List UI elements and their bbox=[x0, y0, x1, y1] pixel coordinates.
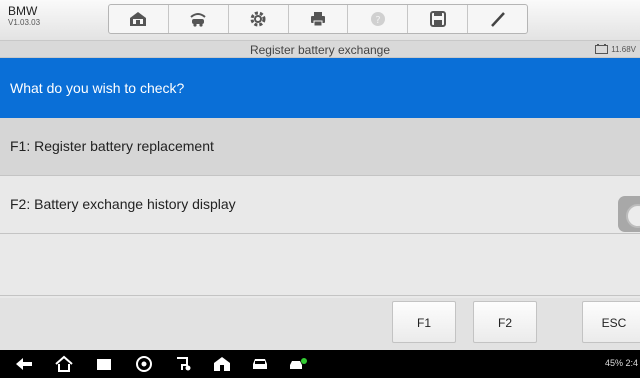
esc-button[interactable]: ESC bbox=[582, 301, 640, 343]
help-icon: ? bbox=[370, 12, 385, 26]
toolbar-buttons: ? bbox=[108, 4, 528, 34]
vehicle-swap-icon bbox=[190, 13, 206, 27]
floating-assistive-button[interactable] bbox=[618, 196, 640, 232]
option-label: F1: Register battery replacement bbox=[10, 138, 214, 154]
question-header: What do you wish to check? bbox=[0, 58, 640, 118]
page-title: Register battery exchange bbox=[249, 43, 391, 57]
question-text: What do you wish to check? bbox=[10, 80, 185, 96]
title-bar: Register battery exchange 11.68V bbox=[0, 40, 640, 58]
voltage-value: 11.68V bbox=[611, 44, 636, 54]
nav-home-button[interactable] bbox=[54, 355, 74, 373]
home-icon bbox=[55, 355, 73, 372]
chrome-button[interactable] bbox=[134, 355, 154, 373]
option-battery-exchange-history[interactable]: F2: Battery exchange history display bbox=[0, 176, 640, 234]
diagnostics-button[interactable] bbox=[288, 355, 308, 373]
battery-time-status: 45% 2:4 bbox=[604, 358, 638, 368]
option-register-battery-replacement[interactable]: F1: Register battery replacement bbox=[0, 118, 640, 176]
print-button[interactable] bbox=[289, 5, 349, 33]
autel-home-button[interactable] bbox=[212, 355, 232, 373]
print-icon bbox=[311, 12, 325, 27]
f2-button[interactable]: F2 bbox=[473, 301, 537, 343]
battery-icon bbox=[595, 44, 609, 54]
f1-button[interactable]: F1 bbox=[392, 301, 456, 343]
home-icon bbox=[130, 12, 147, 26]
help-button[interactable]: ? bbox=[348, 5, 409, 33]
back-icon bbox=[16, 358, 32, 370]
pen-icon bbox=[490, 12, 505, 27]
recent-apps-button[interactable] bbox=[94, 355, 114, 373]
pen-button[interactable] bbox=[468, 5, 527, 33]
car-icon bbox=[253, 359, 267, 369]
car-button[interactable] bbox=[250, 355, 270, 373]
top-toolbar: BMW V1.03.03 ? bbox=[0, 0, 640, 40]
vci-button[interactable] bbox=[174, 355, 194, 373]
software-version: V1.03.03 bbox=[8, 18, 41, 27]
home-button[interactable] bbox=[109, 5, 169, 33]
empty-row bbox=[0, 234, 640, 296]
option-label: F2: Battery exchange history display bbox=[10, 196, 236, 212]
brand: BMW V1.03.03 bbox=[8, 5, 40, 27]
status-area: 45% 2:4 bbox=[605, 358, 638, 368]
settings-button[interactable] bbox=[229, 5, 289, 33]
save-icon bbox=[429, 11, 446, 27]
options-list: F1: Register battery replacement F2: Bat… bbox=[0, 118, 640, 296]
back-button[interactable] bbox=[14, 355, 34, 373]
autel-home-icon bbox=[214, 357, 230, 371]
vehicle-make: BMW bbox=[8, 4, 38, 18]
function-key-bar: F1 F2 ESC bbox=[0, 298, 640, 350]
battery-voltage: 11.68V bbox=[595, 44, 636, 54]
save-button[interactable] bbox=[408, 5, 469, 33]
settings-icon bbox=[250, 11, 266, 27]
diagnostics-icon bbox=[290, 358, 307, 369]
vci-icon bbox=[177, 357, 191, 371]
android-nav-bar: 45% 2:4 bbox=[0, 350, 640, 378]
chrome-icon bbox=[136, 356, 152, 372]
vehicle-swap-button[interactable] bbox=[169, 5, 229, 33]
recent-apps-icon bbox=[97, 359, 111, 370]
svg-text:?: ? bbox=[375, 15, 380, 26]
